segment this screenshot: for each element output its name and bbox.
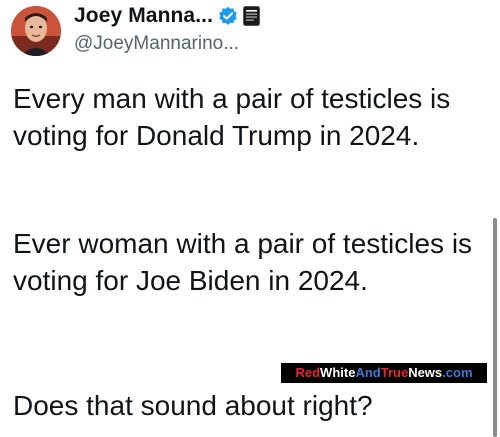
watermark: RedWhiteAndTrueNews.com xyxy=(281,363,487,383)
author-display-name[interactable]: Joey Manna... xyxy=(74,4,213,28)
tweet: Joey Manna... @JoeyMannarino... Every ma… xyxy=(0,0,500,437)
watermark-red: Red xyxy=(295,365,321,380)
tweet-text-paragraph-3: Does that sound about right? xyxy=(13,390,373,421)
verified-badge-icon xyxy=(218,6,238,26)
watermark-white: White xyxy=(320,365,356,380)
author-handle[interactable]: @JoeyMannarino... xyxy=(74,33,239,55)
tweet-text-paragraph-2: Ever woman with a pair of testicles is v… xyxy=(13,228,473,296)
author-name-row[interactable]: Joey Manna... xyxy=(74,4,261,28)
watermark-true: True xyxy=(380,365,409,380)
watermark-dotcom: .com xyxy=(442,365,473,380)
avatar[interactable] xyxy=(11,6,61,56)
tweet-text-paragraph-1: Every man with a pair of testicles is vo… xyxy=(13,83,451,151)
scrollbar[interactable] xyxy=(493,218,497,437)
affiliate-badge-icon[interactable] xyxy=(243,6,261,26)
watermark-and: And xyxy=(355,365,381,380)
watermark-news: News xyxy=(408,365,443,380)
avatar-image xyxy=(11,6,61,56)
